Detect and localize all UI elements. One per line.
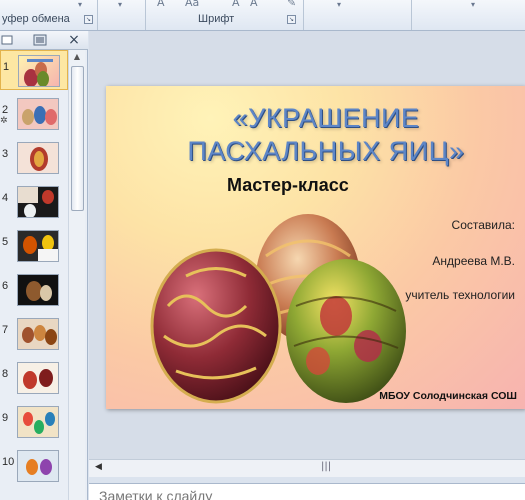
panel-tabs: × bbox=[0, 31, 88, 50]
thumbnail-list: 1 2 ✲ 3 4 5 6 7 8 9 10 bbox=[0, 50, 68, 500]
slide-editing-area: «УКРАШЕНИЕ ПАСХАЛЬНЫХ ЯИЦ» Мастер-класс … bbox=[89, 31, 525, 459]
animation-star-icon: ✲ bbox=[0, 116, 8, 126]
notes-placeholder: Заметки к слайду bbox=[99, 488, 213, 500]
slide-number: 7 bbox=[2, 324, 9, 336]
slide-thumbnail[interactable]: 5 bbox=[0, 226, 68, 266]
change-case-button[interactable]: Аа bbox=[185, 0, 199, 9]
dropdown-arrow-icon[interactable]: ▾ bbox=[78, 0, 82, 9]
author-name[interactable]: Андреева М.В. bbox=[432, 254, 515, 268]
dropdown-arrow-icon[interactable]: ▾ bbox=[471, 0, 475, 9]
slides-tab-icon[interactable] bbox=[1, 34, 15, 46]
scrollbar-grip-icon[interactable]: ||| bbox=[321, 461, 331, 472]
outline-tab-icon[interactable] bbox=[33, 34, 47, 46]
font-a-icon[interactable]: A bbox=[157, 0, 165, 9]
dropdown-arrow-icon[interactable]: ▾ bbox=[118, 0, 122, 9]
dropdown-arrow-icon[interactable]: ▾ bbox=[337, 0, 341, 9]
shrink-font-icon[interactable]: A bbox=[250, 0, 258, 9]
current-slide[interactable]: «УКРАШЕНИЕ ПАСХАЛЬНЫХ ЯИЦ» Мастер-класс … bbox=[106, 86, 525, 409]
slide-thumbnail-image bbox=[17, 142, 59, 174]
slide-thumbnail-image bbox=[17, 230, 59, 262]
slide-thumbnail[interactable]: 3 bbox=[0, 138, 68, 178]
slide-number: 2 bbox=[2, 104, 9, 116]
title-line-2: ПАСХАЛЬНЫХ ЯИЦ» bbox=[187, 136, 465, 166]
slide-number: 5 bbox=[2, 236, 9, 248]
slide-thumbnail[interactable]: 4 bbox=[0, 182, 68, 222]
slide-thumbnail[interactable]: 7 bbox=[0, 314, 68, 354]
slide-thumbnail[interactable]: 1 bbox=[0, 50, 68, 90]
scroll-left-arrow-icon[interactable]: ◀ bbox=[95, 462, 102, 472]
scrollbar-thumb[interactable] bbox=[71, 66, 84, 211]
clipboard-group-label: уфер обмена bbox=[2, 13, 70, 25]
slide-number: 9 bbox=[2, 412, 9, 424]
author-role[interactable]: учитель технологии bbox=[405, 288, 515, 302]
author-label[interactable]: Составила: bbox=[452, 218, 515, 232]
slide-number: 1 bbox=[3, 61, 10, 73]
slide-thumbnail-image bbox=[17, 318, 59, 350]
slides-panel: × 1 2 ✲ 3 4 5 6 7 8 9 10 ▲ bbox=[0, 31, 88, 500]
slide-thumbnail-image bbox=[18, 55, 60, 87]
slide-thumbnail-image bbox=[17, 362, 59, 394]
slide-title[interactable]: «УКРАШЕНИЕ ПАСХАЛЬНЫХ ЯИЦ» bbox=[166, 102, 486, 168]
slide-thumbnail-image bbox=[17, 186, 59, 218]
slide-number: 4 bbox=[2, 192, 9, 204]
school-name[interactable]: МБОУ Солодчинская СОШ bbox=[379, 390, 517, 402]
font-group-label: Шрифт bbox=[198, 13, 235, 25]
slide-number: 8 bbox=[2, 368, 9, 380]
slide-thumbnail[interactable]: 6 bbox=[0, 270, 68, 310]
font-launcher-icon[interactable]: ↘ bbox=[287, 15, 296, 24]
clipboard-launcher-icon[interactable]: ↘ bbox=[84, 15, 93, 24]
ribbon-separator bbox=[145, 0, 146, 30]
slide-thumbnail-image bbox=[17, 450, 59, 482]
slide-number: 10 bbox=[2, 456, 15, 468]
ribbon-separator bbox=[411, 0, 412, 30]
slide-thumbnail[interactable]: 8 bbox=[0, 358, 68, 398]
close-panel-icon[interactable]: × bbox=[66, 31, 82, 49]
slide-thumbnail[interactable]: 9 bbox=[0, 402, 68, 442]
ribbon: уфер обмена ▾ ↘ ▾ A Аа А A ✎ Шрифт ↘ ▾ ▾ bbox=[0, 0, 525, 31]
slide-number: 6 bbox=[2, 280, 9, 292]
scroll-up-arrow-icon[interactable]: ▲ bbox=[72, 52, 82, 61]
horizontal-scrollbar[interactable]: ◀ ||| bbox=[89, 459, 525, 477]
slide-subtitle[interactable]: Мастер-класс bbox=[227, 175, 349, 196]
slide-thumbnail-image bbox=[17, 274, 59, 306]
slide-thumbnail-image bbox=[17, 406, 59, 438]
slide-thumbnail-image bbox=[17, 98, 59, 130]
grow-font-icon[interactable]: А bbox=[232, 0, 240, 9]
ribbon-separator bbox=[303, 0, 304, 30]
title-line-1: «УКРАШЕНИЕ bbox=[232, 103, 420, 133]
notes-pane[interactable]: Заметки к слайду bbox=[89, 483, 525, 500]
ribbon-separator bbox=[97, 0, 98, 30]
slide-thumbnail[interactable]: 10 bbox=[0, 446, 68, 486]
slide-number: 3 bbox=[2, 148, 9, 160]
clear-format-icon[interactable]: ✎ bbox=[287, 0, 296, 9]
thumbnail-scrollbar[interactable]: ▲ bbox=[68, 50, 85, 500]
slide-thumbnail[interactable]: 2 ✲ bbox=[0, 94, 68, 134]
